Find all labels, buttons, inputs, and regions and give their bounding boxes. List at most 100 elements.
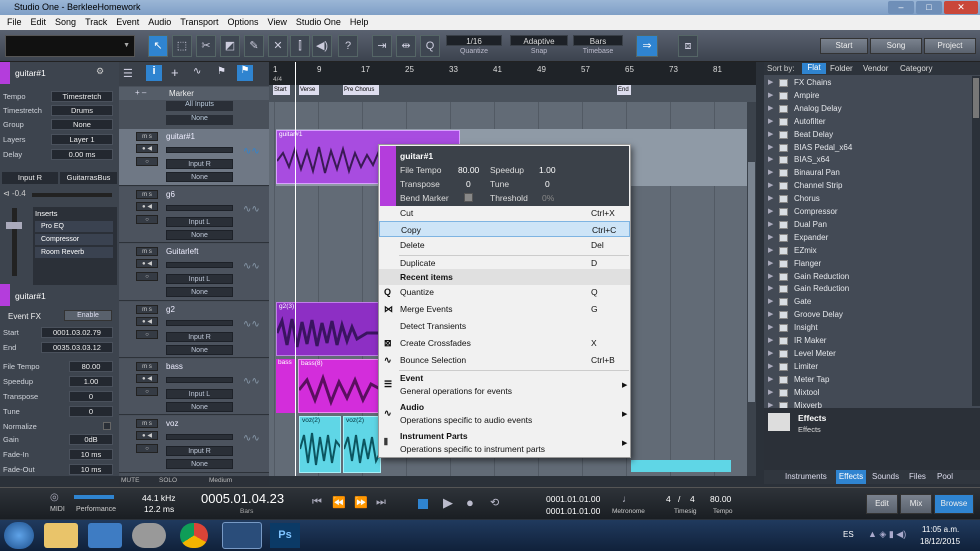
automation-icon[interactable]: ∿ bbox=[193, 66, 201, 77]
playhead-cursor[interactable] bbox=[295, 62, 296, 476]
submenu-audio[interactable]: ∿ Audio Operations specific to audio event… bbox=[379, 401, 630, 429]
tempo-value[interactable]: 80.00 bbox=[710, 494, 731, 504]
forward-icon[interactable]: ⏩ bbox=[354, 496, 368, 509]
language-indicator[interactable]: ES bbox=[843, 530, 854, 539]
menu-item-create-crossfades[interactable]: ⊠ Create Crossfades X bbox=[379, 335, 630, 351]
browser-item[interactable]: ▶ Autofilter bbox=[766, 116, 968, 128]
audio-event[interactable]: bass bbox=[276, 359, 296, 413]
edit-button[interactable]: Edit bbox=[866, 494, 898, 514]
browser-item[interactable]: ▶ EZmix bbox=[766, 245, 968, 257]
menu-item-delete[interactable]: Delete Del bbox=[379, 237, 630, 253]
chrome-icon[interactable] bbox=[180, 523, 208, 548]
loop-start[interactable]: 0001.01.01.00 bbox=[546, 494, 600, 504]
browser-item[interactable]: ▶ FX Chains bbox=[766, 77, 968, 89]
expand-arrow-icon[interactable]: ▶ bbox=[768, 245, 773, 257]
browser-item[interactable]: ▶ Gain Reduction bbox=[766, 283, 968, 295]
mute-solo-buttons[interactable]: m s bbox=[136, 362, 158, 371]
tab-vendor[interactable]: Vendor bbox=[863, 64, 888, 73]
browser-item[interactable]: ▶ Level Meter bbox=[766, 348, 968, 360]
track-size-select[interactable]: Medium bbox=[209, 477, 232, 484]
expand-arrow-icon[interactable]: ▶ bbox=[768, 206, 773, 218]
threshold-value[interactable]: 0% bbox=[542, 193, 554, 203]
close-button[interactable]: ✕ bbox=[944, 1, 978, 14]
audio-event[interactable]: voz(2) bbox=[299, 416, 341, 473]
browser-item[interactable]: ▶ BIAS_x64 bbox=[766, 154, 968, 166]
insert-slot[interactable]: Room Reverb bbox=[35, 247, 113, 258]
bend-tool-icon[interactable]: ⫿ bbox=[290, 35, 310, 57]
menu-studio-one[interactable]: Studio One bbox=[296, 17, 341, 27]
browser-item[interactable]: ▶ Analog Delay bbox=[766, 103, 968, 115]
menu-track[interactable]: Track bbox=[85, 17, 107, 27]
timesig-numerator[interactable]: 4 bbox=[666, 494, 671, 504]
rewind-icon[interactable]: ⏪ bbox=[332, 496, 346, 509]
tab-files[interactable]: Files bbox=[909, 472, 926, 481]
menu-view[interactable]: View bbox=[268, 17, 287, 27]
track-row[interactable]: m s g2 ● ◀ ○ Input R None ∿∿ bbox=[119, 302, 269, 358]
list-icon[interactable]: ☰ bbox=[123, 67, 133, 80]
expand-arrow-icon[interactable]: ▶ bbox=[768, 258, 773, 270]
help-icon[interactable]: ? bbox=[338, 35, 358, 57]
browser-item[interactable]: ▶ Beat Delay bbox=[766, 129, 968, 141]
browser-item[interactable]: ▶ Chorus bbox=[766, 193, 968, 205]
expand-arrow-icon[interactable]: ▶ bbox=[768, 374, 773, 386]
record-monitor-buttons[interactable]: ● ◀ bbox=[136, 259, 158, 268]
track-volume-bar[interactable] bbox=[166, 262, 233, 268]
timebase-button[interactable]: ○ bbox=[136, 215, 158, 224]
range-tool-icon[interactable]: ⬚ bbox=[172, 35, 192, 57]
photoshop-icon[interactable]: Ps bbox=[270, 523, 300, 548]
browser-item[interactable]: ▶ BIAS Pedal_x64 bbox=[766, 142, 968, 154]
fx-icon[interactable]: ⚙ bbox=[96, 66, 104, 77]
menu-item-quantize[interactable]: Q Quantize Q bbox=[379, 284, 630, 300]
snap-value[interactable]: Adaptive bbox=[510, 35, 568, 46]
mix-button[interactable]: Mix bbox=[900, 494, 932, 514]
menu-item-merge-events[interactable]: ⋈ Merge Events G bbox=[379, 301, 630, 317]
menu-options[interactable]: Options bbox=[227, 17, 258, 27]
speedup-value[interactable]: 1.00 bbox=[539, 165, 556, 175]
timesig-denominator[interactable]: 4 bbox=[690, 494, 695, 504]
mute-solo-buttons[interactable]: m s bbox=[136, 247, 158, 256]
menu-help[interactable]: Help bbox=[350, 17, 369, 27]
expand-arrow-icon[interactable]: ▶ bbox=[768, 219, 773, 231]
browser-item[interactable]: ▶ Mixtool bbox=[766, 387, 968, 399]
browser-item[interactable]: ▶ Channel Strip bbox=[766, 180, 968, 192]
marker-pre-chorus[interactable]: Pre Chorus bbox=[343, 85, 379, 95]
marker-plus-button[interactable]: + ‒ bbox=[135, 88, 146, 97]
expand-arrow-icon[interactable]: ▶ bbox=[768, 322, 773, 334]
browser-item[interactable]: ▶ Limiter bbox=[766, 361, 968, 373]
expand-arrow-icon[interactable]: ▶ bbox=[768, 309, 773, 321]
timebase-button[interactable]: ○ bbox=[136, 387, 158, 396]
expand-arrow-icon[interactable]: ▶ bbox=[768, 154, 773, 166]
normalize-checkbox[interactable] bbox=[103, 422, 111, 430]
mute-solo-buttons[interactable]: m s bbox=[136, 190, 158, 199]
tab-sounds[interactable]: Sounds bbox=[872, 472, 899, 481]
record-icon[interactable]: ● bbox=[466, 495, 474, 510]
expand-arrow-icon[interactable]: ▶ bbox=[768, 116, 773, 128]
track-volume-bar[interactable] bbox=[166, 147, 233, 153]
expand-arrow-icon[interactable]: ▶ bbox=[768, 142, 773, 154]
output-select[interactable]: GuitarrasBus bbox=[60, 172, 117, 184]
menu-item-detect-transients[interactable]: Detect Transients bbox=[379, 318, 630, 334]
add-track-icon[interactable]: + bbox=[171, 65, 179, 80]
input-select[interactable]: Input R bbox=[2, 172, 58, 184]
file-tempo-value[interactable]: 80.00 bbox=[458, 165, 479, 175]
record-monitor-buttons[interactable]: ● ◀ bbox=[136, 202, 158, 211]
browser-item[interactable]: ▶ Insight bbox=[766, 322, 968, 334]
browser-item[interactable]: ▶ Gain Reduction bbox=[766, 271, 968, 283]
audio-event[interactable]: bass(8) bbox=[298, 359, 381, 413]
expand-arrow-icon[interactable]: ▶ bbox=[768, 180, 773, 192]
mute-solo-buttons[interactable]: m s bbox=[136, 132, 158, 141]
track-volume-bar[interactable] bbox=[166, 377, 233, 383]
menu-transport[interactable]: Transport bbox=[180, 17, 218, 27]
project-button[interactable]: Project bbox=[924, 38, 976, 54]
timebase-value[interactable]: Bars bbox=[573, 35, 623, 46]
pencil-tool-icon[interactable]: ✎ bbox=[244, 35, 264, 57]
marker-verse[interactable]: Verse bbox=[299, 85, 319, 95]
browse-button[interactable]: Browse bbox=[934, 494, 974, 514]
listen-tool-icon[interactable]: ◀) bbox=[312, 35, 332, 57]
browser-item[interactable]: ▶ IR Maker bbox=[766, 335, 968, 347]
menu-event[interactable]: Event bbox=[116, 17, 139, 27]
marker-flag-icon[interactable]: ⚑ bbox=[217, 66, 226, 77]
browser-item[interactable]: ▶ Meter Tap bbox=[766, 374, 968, 386]
splitter[interactable] bbox=[756, 62, 764, 476]
global-solo-button[interactable]: SOLO bbox=[159, 477, 177, 484]
